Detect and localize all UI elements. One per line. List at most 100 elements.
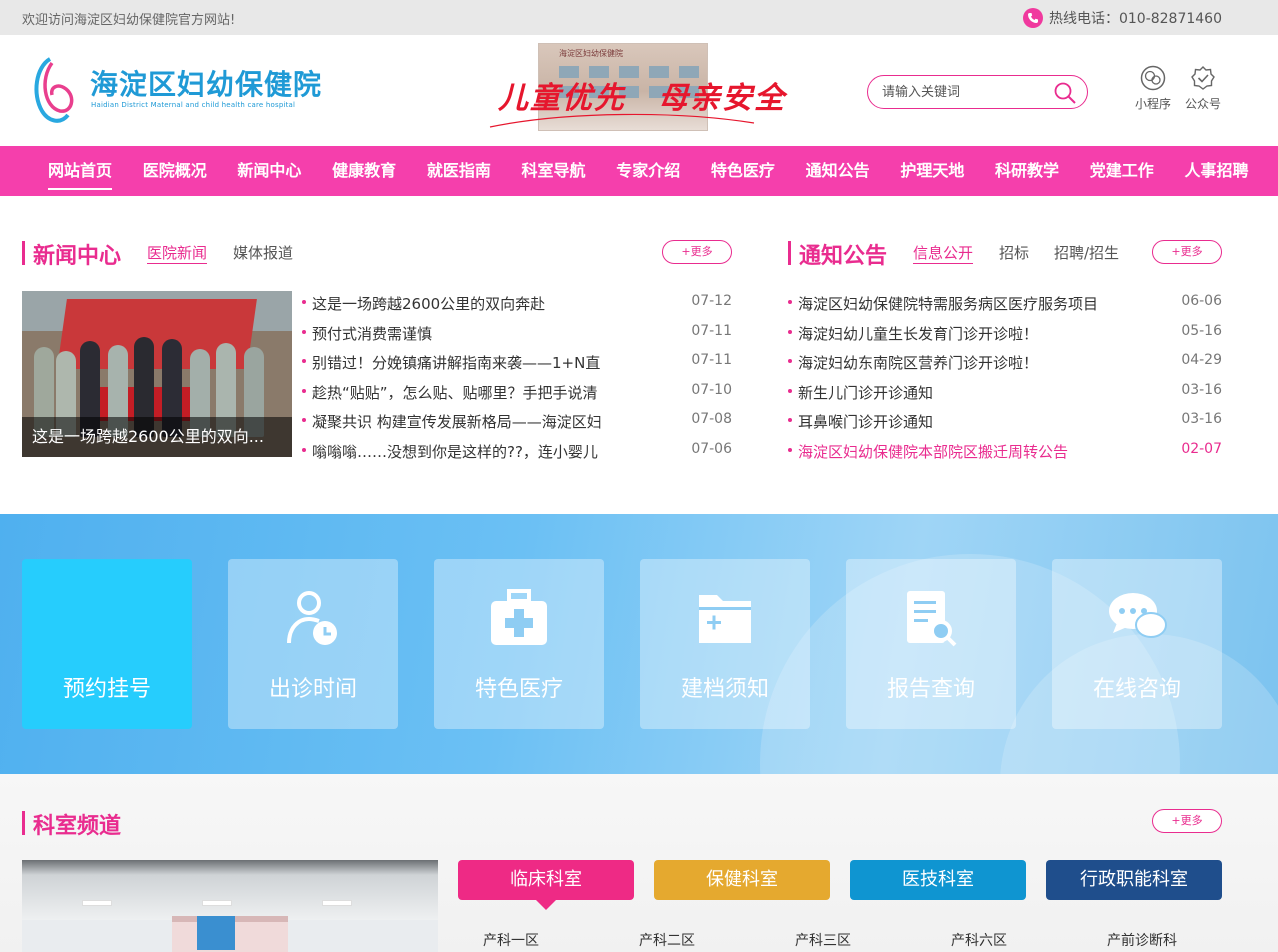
services-band: 预约挂号 出诊时间 特色医疗 建档须知 报告查询 在线咨询 bbox=[0, 514, 1278, 774]
news-item-title[interactable]: 凝聚共识 构建宣传发展新格局——海淀区妇 bbox=[312, 411, 634, 432]
notice-item-title[interactable]: 耳鼻喉门诊开诊通知 bbox=[798, 411, 933, 432]
tab-media-reports[interactable]: 媒体报道 bbox=[233, 242, 293, 263]
search-input[interactable] bbox=[882, 83, 1042, 101]
news-featured-image[interactable]: 这是一场跨越2600公里的双向... bbox=[22, 291, 292, 457]
dept-item[interactable]: 产前诊断科 bbox=[1107, 930, 1177, 950]
dept-more-button[interactable]: +更多 bbox=[1152, 809, 1222, 833]
news-item-title[interactable]: 这是一场跨越2600公里的双向奔赴 bbox=[312, 293, 672, 314]
notice-item-date: 03-16 bbox=[1181, 411, 1222, 428]
notice-item-date: 06-06 bbox=[1181, 293, 1222, 309]
logo-title: 海淀区妇幼保健院 bbox=[90, 68, 323, 101]
news-list: 这是一场跨越2600公里的双向奔赴 07-12 预付式消费需谨慎 07-11 别错过… bbox=[302, 293, 732, 471]
nav-item-recruitment[interactable]: 人事招聘 bbox=[1172, 146, 1260, 196]
department-image bbox=[22, 860, 438, 952]
service-filing-notice[interactable]: 建档须知 bbox=[640, 559, 810, 729]
tab-recruitment-enrollment[interactable]: 招聘/招生 bbox=[1054, 242, 1119, 263]
nav-item-news[interactable]: 新闻中心 bbox=[225, 146, 313, 196]
nav-item-special-medical[interactable]: 特色医疗 bbox=[699, 146, 787, 196]
tab-healthcare-departments[interactable]: 保健科室 bbox=[654, 860, 830, 900]
news-item-date: 07-10 bbox=[691, 381, 732, 398]
folder-add-icon bbox=[699, 595, 751, 643]
service-report-query[interactable]: 报告查询 bbox=[846, 559, 1016, 729]
header: 海淀区妇幼保健院 Haidian District Maternal and c… bbox=[0, 35, 1278, 146]
notice-item-title[interactable]: 新生儿门诊开诊通知 bbox=[798, 382, 933, 403]
nav-item-home[interactable]: 网站首页 bbox=[36, 146, 124, 196]
news-item-title[interactable]: 嗡嗡嗡……没想到你是这样的??，连小婴儿 bbox=[312, 441, 618, 462]
nav-item-party[interactable]: 党建工作 bbox=[1078, 146, 1166, 196]
list-item[interactable]: 嗡嗡嗡……没想到你是这样的??，连小婴儿 07-06 bbox=[302, 441, 732, 471]
top-bar: 欢迎访问海淀区妇幼保健院官方网站! 热线电话：010-82871460 bbox=[0, 0, 1278, 35]
official-account-icon bbox=[1191, 66, 1215, 90]
section-marker bbox=[22, 241, 25, 265]
tab-hospital-news[interactable]: 医院新闻 bbox=[147, 242, 208, 264]
official-account-button[interactable]: 公众号 bbox=[1178, 65, 1228, 112]
notice-item-date: 03-16 bbox=[1181, 381, 1222, 398]
list-item[interactable]: 海淀妇幼儿童生长发育门诊开诊啦！ 05-16 bbox=[788, 323, 1222, 353]
news-image-caption[interactable]: 这是一场跨越2600公里的双向... bbox=[22, 417, 292, 457]
report-search-icon bbox=[907, 591, 957, 647]
notice-more-button[interactable]: +更多 bbox=[1152, 240, 1222, 264]
service-appointment[interactable]: 预约挂号 bbox=[22, 559, 192, 729]
nav-item-departments[interactable]: 科室导航 bbox=[510, 146, 598, 196]
service-label: 预约挂号 bbox=[62, 677, 151, 702]
main-nav: 网站首页 医院概况 新闻中心 健康教育 就医指南 科室导航 专家介绍 特色医疗 … bbox=[0, 146, 1278, 196]
list-item[interactable]: 别错过！分娩镇痛讲解指南来袭——1+N直 07-11 bbox=[302, 352, 732, 382]
nav-item-experts[interactable]: 专家介绍 bbox=[604, 146, 692, 196]
hospital-logo[interactable]: 海淀区妇幼保健院 Haidian District Maternal and c… bbox=[30, 49, 330, 129]
banner-arc bbox=[489, 113, 755, 128]
notice-item-title[interactable]: 海淀区妇幼保健院特需服务病区医疗服务项目 bbox=[798, 293, 1098, 314]
hotline-text: 热线电话：010-82871460 bbox=[1048, 11, 1222, 27]
nav-item-nursing[interactable]: 护理天地 bbox=[888, 146, 976, 196]
nav-item-research[interactable]: 科研教学 bbox=[983, 146, 1071, 196]
welcome-text: 欢迎访问海淀区妇幼保健院官方网站! bbox=[22, 13, 236, 28]
building-sign: 海淀区妇幼保健院 bbox=[559, 49, 623, 58]
tab-bidding[interactable]: 招标 bbox=[999, 242, 1029, 263]
dept-section-header: 科室频道 +更多 bbox=[22, 808, 1222, 839]
notice-item-title[interactable]: 海淀妇幼东南院区营养门诊开诊啦！ bbox=[798, 352, 1038, 373]
nav-item-guide[interactable]: 就医指南 bbox=[415, 146, 503, 196]
list-item[interactable]: 耳鼻喉门诊开诊通知 03-16 bbox=[788, 411, 1222, 441]
news-item-date: 07-11 bbox=[691, 352, 732, 369]
list-item[interactable]: 海淀区妇幼保健院特需服务病区医疗服务项目 06-06 bbox=[788, 293, 1222, 323]
dept-item[interactable]: 产科三区 bbox=[795, 930, 851, 950]
service-online-consult[interactable]: 在线咨询 bbox=[1052, 559, 1222, 729]
list-item[interactable]: 海淀妇幼东南院区营养门诊开诊啦！ 04-29 bbox=[788, 352, 1222, 382]
tab-admin-departments[interactable]: 行政职能科室 bbox=[1046, 860, 1222, 900]
notice-item-title[interactable]: 海淀区妇幼保健院本部院区搬迁周转公告 bbox=[798, 441, 1068, 462]
news-title: 新闻中心 bbox=[33, 244, 122, 269]
list-item[interactable]: 海淀区妇幼保健院本部院区搬迁周转公告 02-07 bbox=[788, 441, 1222, 471]
phone-icon bbox=[1022, 8, 1043, 28]
notice-section-header: 通知公告 信息公开 招标 招聘/招生 +更多 bbox=[788, 238, 1222, 269]
news-item-title[interactable]: 趁热“贴贴”，怎么贴、贴哪里？手把手说清 bbox=[312, 382, 634, 403]
list-item[interactable]: 预付式消费需谨慎 07-11 bbox=[302, 323, 732, 353]
news-more-button[interactable]: +更多 bbox=[662, 240, 732, 264]
notice-item-date: 05-16 bbox=[1181, 322, 1222, 339]
news-item-date: 07-06 bbox=[691, 440, 732, 457]
dept-item[interactable]: 产科一区 bbox=[483, 930, 539, 950]
logo-mark-icon bbox=[34, 57, 74, 123]
nav-item-overview[interactable]: 医院概况 bbox=[131, 146, 219, 196]
service-label: 建档须知 bbox=[680, 677, 769, 702]
list-item[interactable]: 这是一场跨越2600公里的双向奔赴 07-12 bbox=[302, 293, 732, 323]
service-clinic-schedule[interactable]: 出诊时间 bbox=[228, 559, 398, 729]
search-box[interactable] bbox=[867, 75, 1088, 109]
service-label: 特色医疗 bbox=[474, 677, 563, 702]
news-item-title[interactable]: 预付式消费需谨慎 bbox=[312, 323, 672, 344]
notice-item-title[interactable]: 海淀妇幼儿童生长发育门诊开诊啦！ bbox=[798, 323, 1038, 344]
tab-label: 医技科室 bbox=[902, 869, 974, 890]
miniprogram-button[interactable]: 小程序 bbox=[1128, 65, 1178, 112]
tab-info-disclosure[interactable]: 信息公开 bbox=[913, 242, 974, 264]
tab-clinical-departments[interactable]: 临床科室 bbox=[458, 860, 634, 910]
news-item-title[interactable]: 别错过！分娩镇痛讲解指南来袭——1+N直 bbox=[312, 352, 630, 373]
list-item[interactable]: 趁热“贴贴”，怎么贴、贴哪里？手把手说清 07-10 bbox=[302, 382, 732, 412]
search-icon[interactable] bbox=[1053, 81, 1077, 105]
nav-item-notices[interactable]: 通知公告 bbox=[794, 146, 882, 196]
dept-item[interactable]: 产科六区 bbox=[951, 930, 1007, 950]
dept-item[interactable]: 产科二区 bbox=[639, 930, 695, 950]
service-special-medical[interactable]: 特色医疗 bbox=[434, 559, 604, 729]
tab-medical-tech-departments[interactable]: 医技科室 bbox=[850, 860, 1026, 900]
nav-item-health-education[interactable]: 健康教育 bbox=[320, 146, 408, 196]
official-account-label: 公众号 bbox=[1184, 97, 1221, 111]
list-item[interactable]: 凝聚共识 构建宣传发展新格局——海淀区妇 07-08 bbox=[302, 411, 732, 441]
list-item[interactable]: 新生儿门诊开诊通知 03-16 bbox=[788, 382, 1222, 412]
